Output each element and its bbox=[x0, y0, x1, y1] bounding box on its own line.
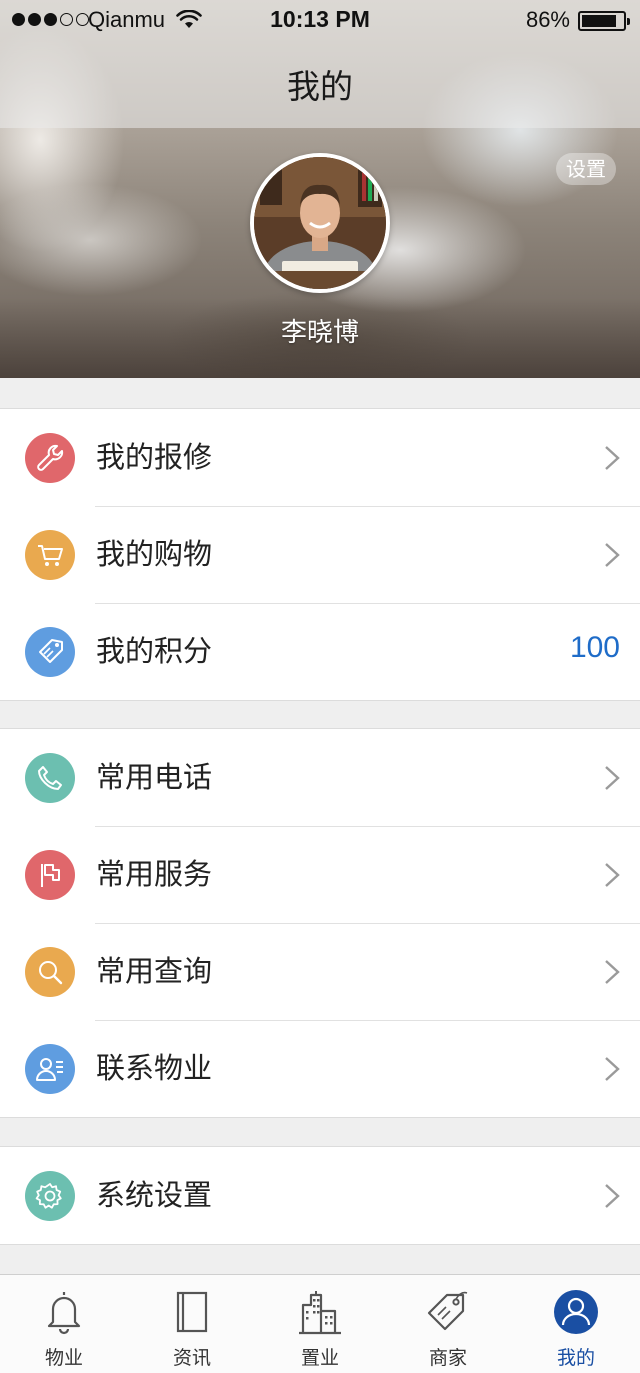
building-icon bbox=[299, 1291, 341, 1335]
page-title: 我的 bbox=[287, 67, 353, 106]
tab-label: 我的 bbox=[556, 1347, 595, 1369]
cart-icon bbox=[25, 530, 75, 580]
gear-icon bbox=[25, 1171, 75, 1221]
settings-button[interactable]: 设置 bbox=[556, 153, 616, 185]
my-records-group: 我的报修 我的购物 我的积分 100 bbox=[0, 408, 640, 701]
chevron-right-icon bbox=[605, 1057, 620, 1081]
list-item-common-phones[interactable]: 常用电话 bbox=[0, 729, 640, 826]
chevron-right-icon bbox=[605, 960, 620, 984]
list-item-system-settings[interactable]: 系统设置 bbox=[0, 1147, 640, 1244]
status-bar: Qianmu 10:13 PM 86% bbox=[0, 0, 640, 40]
list-item-my-repairs[interactable]: 我的报修 bbox=[0, 409, 640, 506]
list-item-contact-property[interactable]: 联系物业 bbox=[0, 1020, 640, 1117]
list-item-label: 联系物业 bbox=[96, 1051, 213, 1085]
chevron-right-icon bbox=[605, 1184, 620, 1208]
bell-icon bbox=[47, 1292, 81, 1335]
tab-label: 商家 bbox=[428, 1347, 467, 1369]
search-icon bbox=[25, 947, 75, 997]
tab-merchants[interactable]: 商家 bbox=[384, 1275, 512, 1373]
system-group: 系统设置 bbox=[0, 1146, 640, 1245]
tag-icon bbox=[25, 627, 75, 677]
points-value: 100 bbox=[569, 631, 620, 664]
list-item-common-queries[interactable]: 常用查询 bbox=[0, 923, 640, 1020]
tab-property[interactable]: 物业 bbox=[0, 1275, 128, 1373]
list-item-label: 我的积分 bbox=[96, 634, 213, 668]
list-item-label: 我的购物 bbox=[96, 537, 213, 571]
list-item-my-points[interactable]: 我的积分 100 bbox=[0, 603, 640, 700]
list-item-label: 常用服务 bbox=[96, 857, 213, 891]
list-item-common-services[interactable]: 常用服务 bbox=[0, 826, 640, 923]
tab-label: 物业 bbox=[44, 1347, 83, 1369]
list-item-label: 系统设置 bbox=[96, 1178, 213, 1212]
battery-icon bbox=[578, 11, 630, 31]
user-icon bbox=[554, 1290, 598, 1334]
list-item-label: 常用电话 bbox=[96, 760, 213, 794]
chevron-right-icon bbox=[605, 766, 620, 790]
tab-news[interactable]: 资讯 bbox=[128, 1275, 256, 1373]
chevron-right-icon bbox=[605, 863, 620, 887]
tab-bar: 物业 资讯 置业 商家 我的 bbox=[0, 1274, 640, 1373]
user-name: 李晓博 bbox=[280, 318, 359, 348]
wrench-icon bbox=[25, 433, 75, 483]
list-item-label: 常用查询 bbox=[96, 954, 213, 988]
avatar[interactable] bbox=[250, 153, 390, 293]
phone-icon bbox=[25, 753, 75, 803]
contact-icon bbox=[25, 1044, 75, 1094]
common-services-group: 常用电话 常用服务 常用查询 联系物业 bbox=[0, 728, 640, 1118]
tab-label: 置业 bbox=[300, 1347, 339, 1369]
price-tag-icon bbox=[427, 1291, 468, 1331]
tab-real-estate[interactable]: 置业 bbox=[256, 1275, 384, 1373]
tab-mine[interactable]: 我的 bbox=[512, 1275, 640, 1373]
chevron-right-icon bbox=[605, 543, 620, 567]
book-icon bbox=[176, 1291, 208, 1333]
flag-icon bbox=[25, 850, 75, 900]
chevron-right-icon bbox=[605, 446, 620, 470]
list-item-my-shopping[interactable]: 我的购物 bbox=[0, 506, 640, 603]
tab-label: 资讯 bbox=[172, 1347, 211, 1369]
list-item-label: 我的报修 bbox=[96, 440, 213, 474]
battery-percentage: 86% bbox=[525, 7, 570, 32]
